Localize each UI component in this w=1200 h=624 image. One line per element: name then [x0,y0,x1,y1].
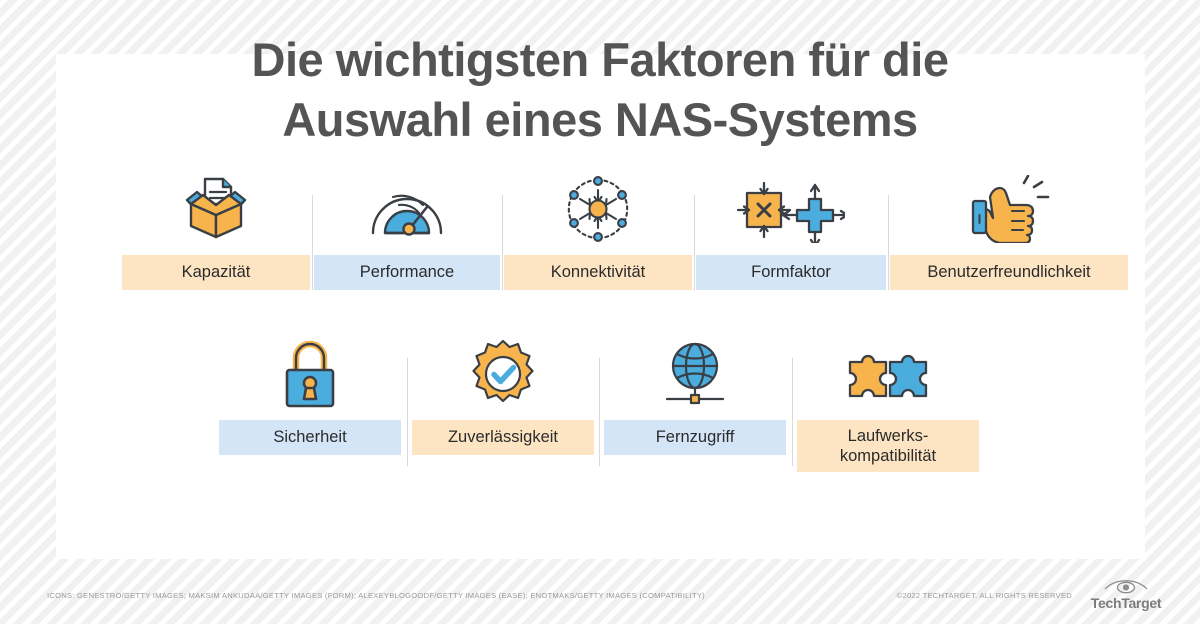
factor-label: Formfaktor [696,255,886,290]
puzzle-pieces-icon [840,330,936,408]
factor-label: Fernzugriff [604,420,786,455]
factor-label: Konnektivität [504,255,692,290]
column-divider [792,358,793,466]
icon-credits: ICONS: GENESTRO/GETTY IMAGES; MAKSIM ANK… [47,591,705,600]
column-divider [599,358,600,466]
check-badge-icon [469,330,537,408]
eye-icon [1104,580,1148,594]
copyright-notice: ©2022 TECHTARGET. ALL RIGHTS RESERVED [896,591,1072,600]
factor-label: Laufwerks-kompatibilität [797,420,979,473]
factor-card-formfaktor: Formfaktor [696,165,886,290]
factor-card-laufwerks-kompatibilit-t: Laufwerks-kompatibilität [797,330,979,473]
brand-name: TechTarget [1090,595,1162,611]
page-title: Die wichtigsten Faktoren für die Auswahl… [0,30,1200,150]
column-divider [407,358,408,466]
factor-label: Benutzerfreundlichkeit [890,255,1128,290]
factor-card-fernzugriff: Fernzugriff [604,330,786,455]
factor-card-sicherheit: Sicherheit [219,330,401,455]
title-line-1: Die wichtigsten Faktoren für die [251,33,949,86]
factor-label: Kapazität [122,255,310,290]
factor-label: Sicherheit [219,420,401,455]
factor-card-benutzerfreundlichkeit: Benutzerfreundlichkeit [890,165,1128,290]
factor-label: Zuverlässigkeit [412,420,594,455]
factor-label: Performance [314,255,500,290]
column-divider [502,195,503,290]
techtarget-logo: TechTarget [1080,577,1172,613]
globe-network-icon [657,330,733,408]
shrink-expand-squares-icon [737,165,845,243]
title-line-2: Auswahl eines NAS-Systems [282,93,918,147]
factor-card-kapazit-t: Kapazität [122,165,310,290]
column-divider [694,195,695,290]
factor-card-performance: Performance [314,165,500,290]
column-divider [888,195,889,290]
padlock-icon [282,330,338,408]
factor-card-zuverl-ssigkeit: Zuverlässigkeit [412,330,594,455]
footer: ICONS: GENESTRO/GETTY IMAGES; MAKSIM ANK… [0,559,1200,624]
factor-card-konnektivit-t: Konnektivität [504,165,692,290]
pointing-hand-icon [966,165,1052,243]
open-box-document-icon [179,165,253,243]
column-divider [312,195,313,290]
speedometer-icon [367,165,447,243]
network-hub-icon [564,165,632,243]
